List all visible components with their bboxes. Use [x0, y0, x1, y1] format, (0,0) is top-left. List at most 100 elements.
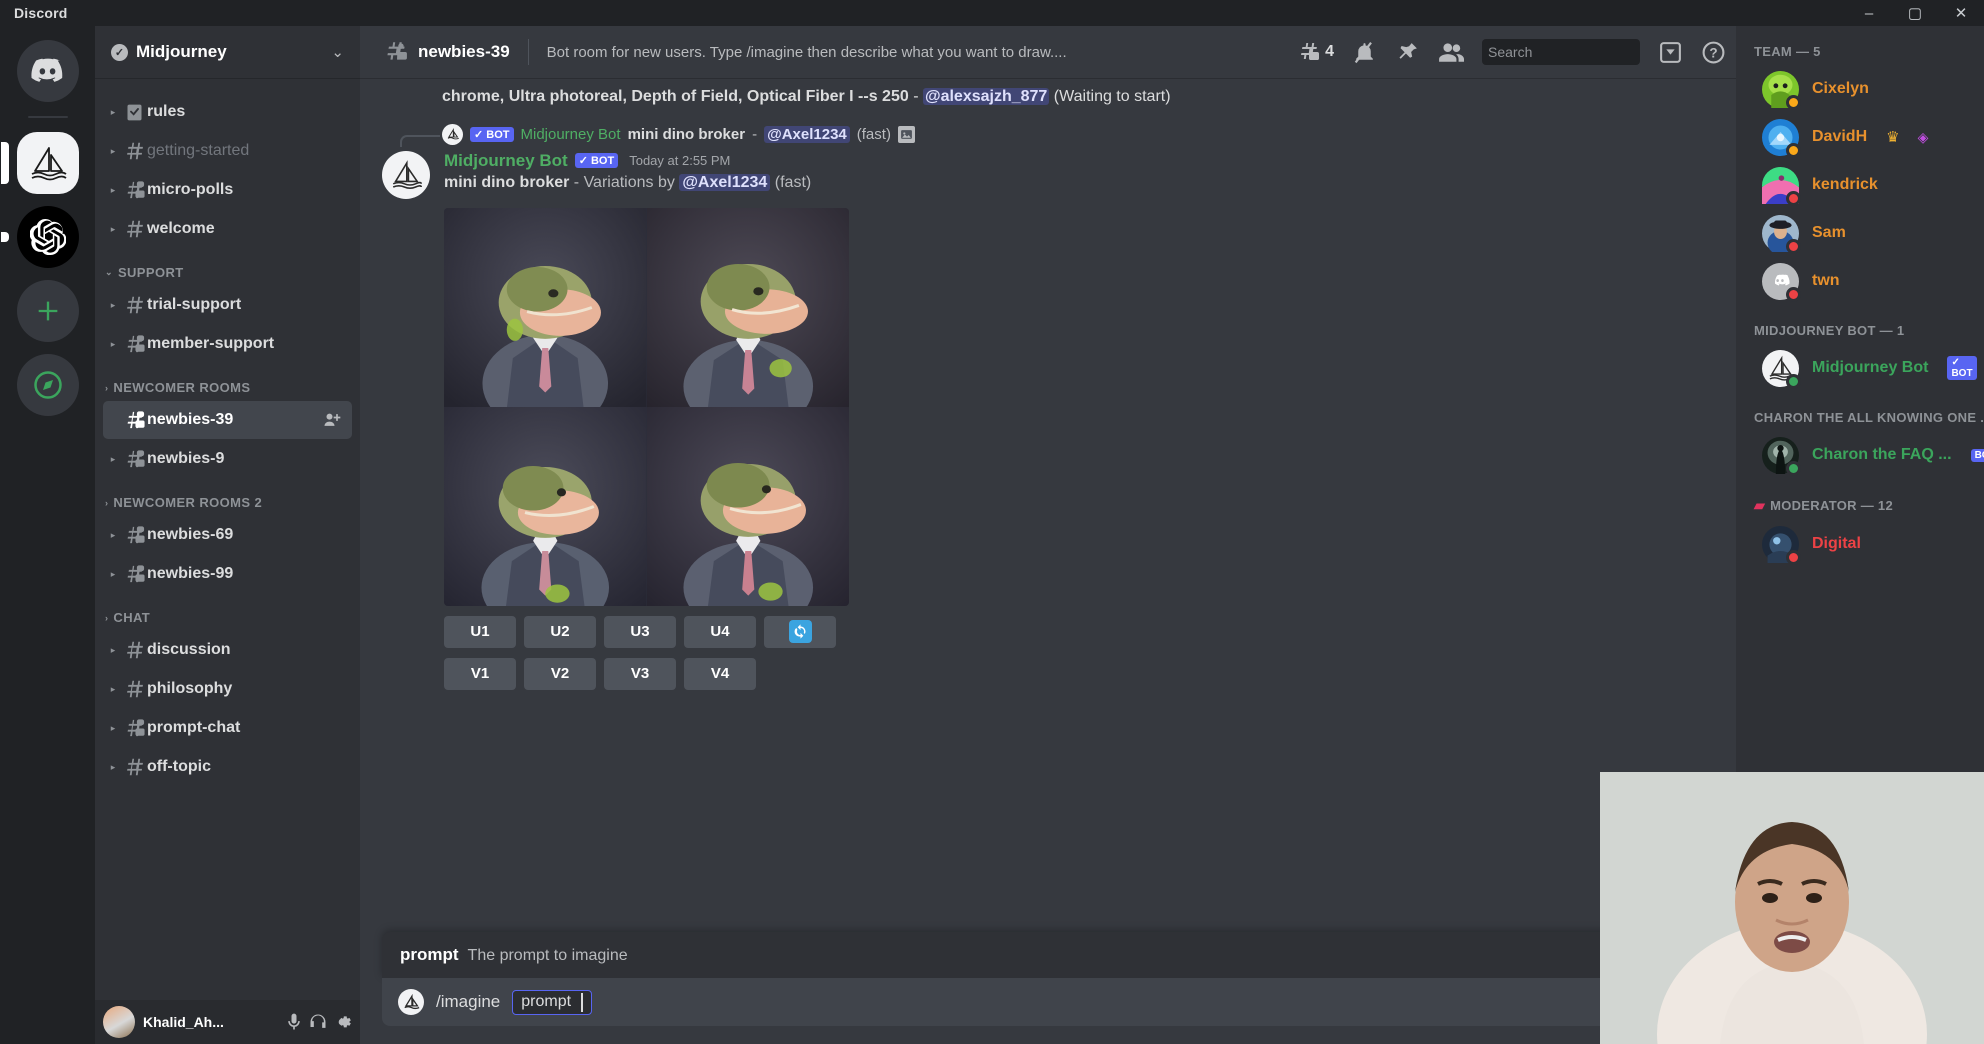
- search-input[interactable]: [1488, 44, 1669, 60]
- sidebar-channel-discussion[interactable]: ▸ discussion: [103, 631, 352, 669]
- explore-servers-button[interactable]: [16, 354, 79, 416]
- prev-prompt: chrome, Ultra photoreal, Depth of Field,…: [442, 88, 909, 105]
- member-kendrick[interactable]: kendrick: [1744, 161, 1976, 209]
- message-scroller[interactable]: chrome, Ultra photoreal, Depth of Field,…: [360, 78, 1736, 932]
- channel-expand-arrow-icon[interactable]: ▸: [105, 530, 121, 541]
- member-twn[interactable]: twn: [1744, 257, 1976, 305]
- guild-name-wrap: ✓ Midjourney: [111, 42, 331, 62]
- discord-logo-icon: [30, 58, 62, 82]
- create-thread-icon[interactable]: [322, 410, 342, 430]
- channel-name: newbies-99: [147, 565, 234, 582]
- autocomplete-row[interactable]: prompt The prompt to imagine: [400, 945, 1696, 965]
- server-openai[interactable]: [0, 206, 79, 268]
- prev-mention[interactable]: @alexsajzh_877: [922, 88, 1050, 105]
- members-icon[interactable]: [1438, 39, 1464, 65]
- channel-expand-arrow-icon[interactable]: ▸: [105, 224, 121, 235]
- server-home[interactable]: [16, 40, 79, 102]
- member-name: DavidH: [1812, 128, 1868, 145]
- hash-thread-icon: [121, 524, 147, 547]
- category-newcomer-rooms[interactable]: › NEWCOMER ROOMS: [95, 364, 360, 400]
- channel-expand-arrow-icon[interactable]: ▸: [105, 146, 121, 157]
- channel-expand-arrow-icon[interactable]: ▸: [105, 107, 121, 118]
- avatar[interactable]: [382, 150, 430, 199]
- status-indicator-online: [1786, 460, 1801, 476]
- member-sam[interactable]: Sam: [1744, 209, 1976, 257]
- member-davidh[interactable]: DavidH ♛ ◈: [1744, 113, 1976, 161]
- inbox-icon[interactable]: [1658, 40, 1683, 65]
- variation-button-v4[interactable]: V4: [684, 657, 756, 690]
- message-author[interactable]: Midjourney Bot: [444, 151, 568, 171]
- upscale-button-u2[interactable]: U2: [524, 615, 596, 648]
- prompt-chip[interactable]: prompt: [512, 989, 593, 1015]
- notifications-off-icon[interactable]: [1352, 40, 1377, 65]
- reply-context[interactable]: ✓ BOT Midjourney Bot mini dino broker - …: [400, 123, 1716, 147]
- category-support[interactable]: ⌄ SUPPORT: [95, 249, 360, 285]
- variation-button-v3[interactable]: V3: [604, 657, 676, 690]
- reroll-button[interactable]: [764, 615, 836, 648]
- channel-expand-arrow-icon[interactable]: ▸: [105, 569, 121, 580]
- close-button[interactable]: ✕: [1938, 0, 1984, 26]
- channel-expand-arrow-icon[interactable]: ▸: [105, 339, 121, 350]
- member-digital[interactable]: Digital: [1744, 520, 1976, 568]
- message-input-bar[interactable]: /imagine prompt 🙂: [382, 978, 1714, 1026]
- sidebar-channel-welcome[interactable]: ▸ welcome: [103, 210, 352, 248]
- sidebar-channel-rules[interactable]: ▸ rules: [103, 93, 352, 131]
- grid-cell-2[interactable]: [646, 207, 849, 407]
- minimize-button[interactable]: –: [1846, 0, 1892, 26]
- reply-mention[interactable]: @Axel1234: [764, 125, 850, 143]
- channel-expand-arrow-icon[interactable]: ▸: [105, 454, 121, 465]
- member-midjourney-bot[interactable]: Midjourney Bot ✓ BOT: [1744, 344, 1977, 392]
- channel-expand-arrow-icon[interactable]: ▸: [105, 684, 121, 695]
- sidebar-channel-member-support[interactable]: ▸ member-support: [103, 325, 352, 363]
- add-server-button[interactable]: [16, 280, 79, 342]
- header-divider: [527, 39, 529, 65]
- threads-button[interactable]: 4: [1296, 40, 1334, 64]
- grid-cell-1[interactable]: [444, 207, 647, 407]
- search-box[interactable]: [1482, 39, 1669, 65]
- upscale-button-u3[interactable]: U3: [604, 615, 676, 648]
- category-chat[interactable]: › CHAT: [95, 594, 360, 630]
- maximize-button[interactable]: ▢: [1892, 0, 1938, 26]
- microphone-icon[interactable]: [284, 1012, 304, 1032]
- channel-expand-arrow-icon[interactable]: ▸: [105, 645, 121, 656]
- upscale-button-u4[interactable]: U4: [684, 615, 756, 648]
- sidebar-channel-newbies-39[interactable]: newbies-39: [103, 401, 352, 439]
- image-grid[interactable]: [444, 207, 849, 606]
- sidebar-channel-newbies-9[interactable]: ▸ newbies-9: [103, 440, 352, 478]
- avatar[interactable]: [103, 1006, 135, 1038]
- gear-icon[interactable]: [332, 1012, 352, 1032]
- sidebar-channel-micro-polls[interactable]: ▸ micro-polls: [103, 171, 352, 209]
- sidebar-channel-trial-support[interactable]: ▸ trial-support: [103, 286, 352, 324]
- sidebar-channel-prompt-chat[interactable]: ▸ prompt-chat: [103, 709, 352, 747]
- member-charon-the-faq[interactable]: Charon the FAQ ... BOT: [1744, 431, 1984, 479]
- sidebar-channel-newbies-99[interactable]: ▸ newbies-99: [103, 555, 352, 593]
- member-group-title: MIDJOURNEY BOT — 1: [1754, 323, 1905, 338]
- headphones-icon[interactable]: [308, 1012, 328, 1032]
- upscale-button-u1[interactable]: U1: [444, 615, 516, 648]
- user-panel: Khalid_Ah...: [95, 1000, 360, 1044]
- member-cixelyn[interactable]: Cixelyn: [1744, 65, 1976, 113]
- channel-expand-arrow-icon[interactable]: ▸: [105, 723, 121, 734]
- channel-expand-arrow-icon[interactable]: ▸: [105, 300, 121, 311]
- sidebar-channel-philosophy[interactable]: ▸ philosophy: [103, 670, 352, 708]
- guild-header[interactable]: ✓ Midjourney ⌄: [95, 26, 360, 78]
- chevron-down-icon[interactable]: ⌄: [331, 43, 344, 61]
- category-newcomer-rooms-2[interactable]: › NEWCOMER ROOMS 2: [95, 479, 360, 515]
- reply-author[interactable]: Midjourney Bot: [521, 126, 621, 143]
- channel-list[interactable]: ▸ rules ▸ getting-started ▸ micro-polls ▸ welco…: [95, 78, 360, 1000]
- variation-button-v1[interactable]: V1: [444, 657, 516, 690]
- sidebar-channel-newbies-69[interactable]: ▸ newbies-69: [103, 516, 352, 554]
- grid-cell-3[interactable]: [444, 406, 647, 606]
- variation-button-v2[interactable]: V2: [524, 657, 596, 690]
- prev-tail: (Waiting to start): [1049, 88, 1171, 105]
- sidebar-channel-getting-started[interactable]: ▸ getting-started: [103, 132, 352, 170]
- pin-icon[interactable]: [1395, 40, 1420, 65]
- server-midjourney[interactable]: [0, 132, 79, 194]
- message-mention[interactable]: @Axel1234: [679, 173, 771, 191]
- grid-cell-4[interactable]: [646, 406, 849, 606]
- channel-expand-arrow-icon[interactable]: ▸: [105, 185, 121, 196]
- channel-sidebar: ✓ Midjourney ⌄ ▸ rules ▸ getting-started ▸ mi…: [95, 26, 360, 1044]
- help-icon[interactable]: ?: [1701, 40, 1726, 65]
- channel-expand-arrow-icon[interactable]: ▸: [105, 762, 121, 773]
- sidebar-channel-off-topic[interactable]: ▸ off-topic: [103, 748, 352, 786]
